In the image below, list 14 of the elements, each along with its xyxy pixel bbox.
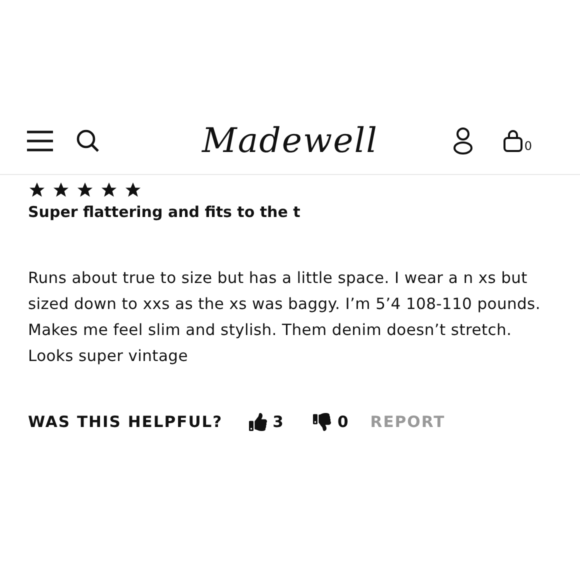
user-icon[interactable] <box>453 127 474 155</box>
bag-icon[interactable] <box>503 129 524 153</box>
brand-logo[interactable]: Madewell <box>202 121 378 161</box>
star-icon <box>124 181 142 199</box>
menu-icon[interactable] <box>26 130 54 152</box>
review-title: Super flattering and fits to the t <box>28 203 302 221</box>
helpful-label: WAS THIS HELPFUL? <box>28 413 223 431</box>
star-icon <box>100 181 118 199</box>
star-icon <box>76 181 94 199</box>
star-icon <box>28 181 46 199</box>
review-text: Runs about true to size but has a little space. I wear a n xs but sized down to xxs as the xs was baggy. I’m 5’4 108-110 pounds. Makes me feel slim and stylish. Them denim doesn’t stretch. Looks super vintage <box>28 268 542 367</box>
search-icon[interactable] <box>76 129 100 153</box>
bag-count: 0 <box>524 139 532 153</box>
star-icon <box>52 181 70 199</box>
